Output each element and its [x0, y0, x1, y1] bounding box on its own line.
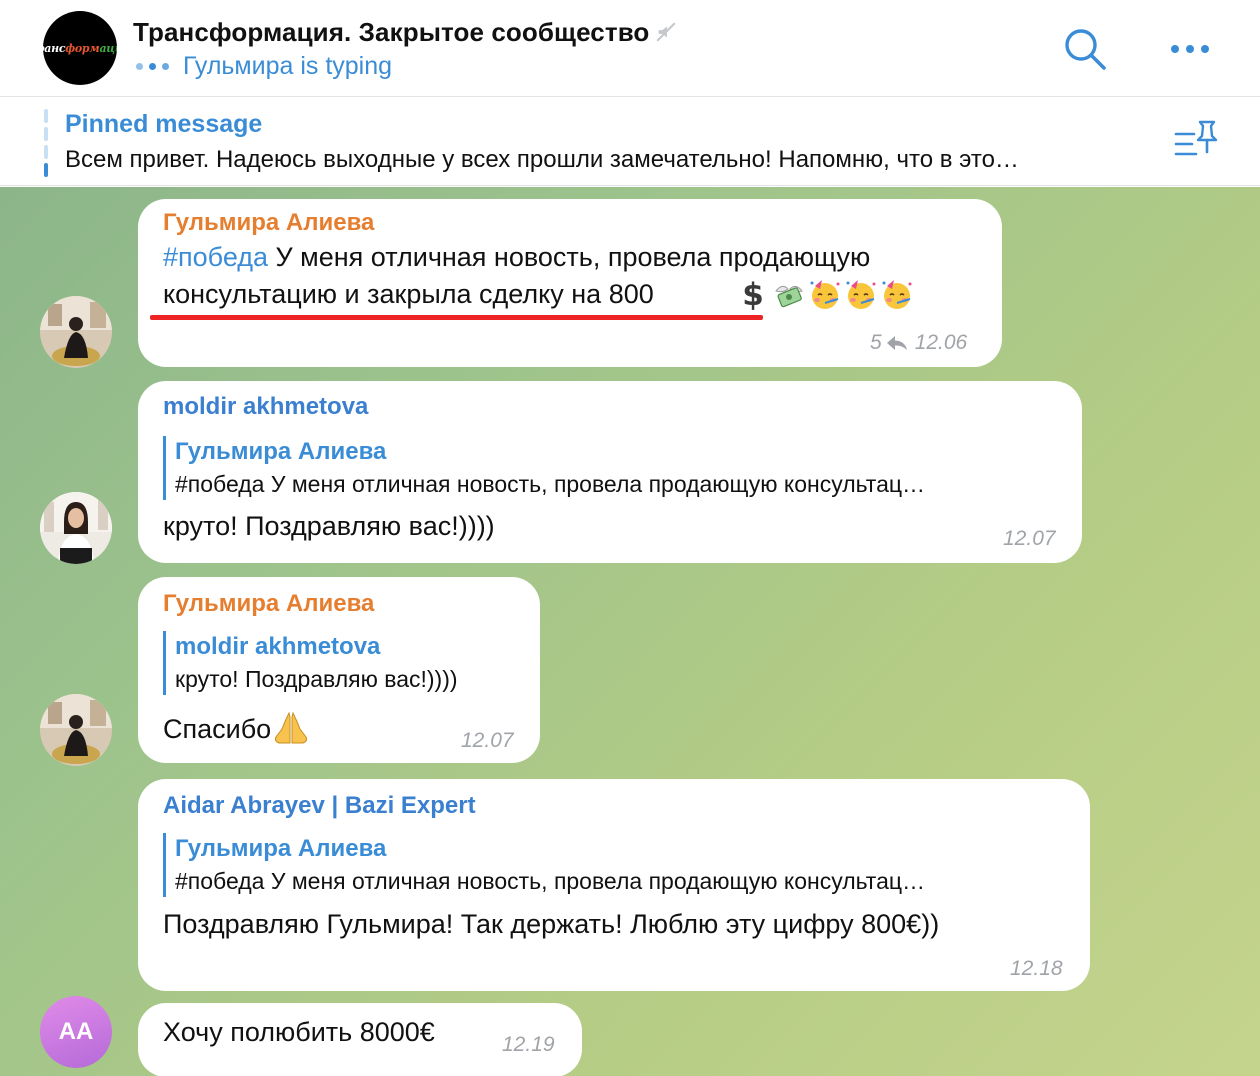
message-text: круто! Поздравляю вас!)))) [163, 511, 495, 541]
search-icon[interactable] [1060, 24, 1110, 74]
message-text: Поздравляю Гульмира! Так держать! Люблю … [163, 909, 940, 939]
chat-header: Трансформация Трансформация. Закрытое со… [0, 0, 1260, 97]
message-time: 12.07 [461, 729, 514, 752]
reply-text: круто! Поздравляю вас!)))) [175, 666, 458, 692]
pinned-message-bar[interactable]: Pinned message Всем привет. Надеюсь выхо… [0, 98, 1260, 186]
reply-quote[interactable]: Гульмира Алиева #победа У меня отличная … [163, 833, 1058, 897]
chat-logo[interactable]: Трансформация [43, 11, 117, 85]
more-options-icon[interactable] [1162, 24, 1218, 74]
pinned-list-icon[interactable] [1172, 118, 1220, 164]
message-text-line-2: консультацию и закрыла сделку на 800 [163, 279, 654, 309]
logo-text: Трансформация [43, 41, 117, 55]
reply-quote[interactable]: moldir akhmetova круто! Поздравляю вас!)… [163, 631, 518, 695]
pinned-label: Pinned message [65, 110, 263, 138]
mute-icon [657, 22, 676, 42]
reply-text: #победа У меня отличная новость, провела… [175, 471, 926, 497]
message-sender[interactable]: moldir akhmetova [163, 393, 368, 421]
avatar-gulmira[interactable] [40, 694, 112, 766]
avatar-initials[interactable]: AA [40, 996, 112, 1068]
message-bubble[interactable]: moldir akhmetova Гульмира Алиева #победа… [138, 381, 1082, 563]
message-sender[interactable]: Гульмира Алиева [163, 590, 374, 618]
message-text-line-1: #победа У меня отличная новость, провела… [163, 242, 871, 272]
avatar-gulmira[interactable] [40, 296, 112, 368]
partying-face-icon [882, 280, 912, 309]
reply-sender: moldir akhmetova [175, 633, 381, 660]
message-time: 12.18 [1010, 957, 1063, 980]
reply-text: #победа У меня отличная новость, провела… [175, 868, 926, 894]
highlight-underline [150, 315, 763, 320]
title-row[interactable]: Трансформация. Закрытое сообщество [133, 14, 677, 50]
pinned-indicator [44, 109, 48, 177]
reply-count: 5 [870, 331, 882, 354]
message-bubble[interactable]: Хочу полюбить 8000€ 12.19 [138, 1003, 582, 1076]
message-text: Хочу полюбить 8000€ [163, 1017, 435, 1047]
message-bubble[interactable]: Гульмира Алиева moldir akhmetova круто! … [138, 577, 540, 763]
chat-title: Трансформация. Закрытое сообщество [133, 16, 650, 47]
reply-arrow-icon [886, 336, 907, 350]
message-sender[interactable]: Гульмира Алиева [163, 209, 374, 237]
reply-count-and-time[interactable]: 5 12.06 [870, 331, 967, 355]
typing-status: Гульмира is typing [136, 50, 392, 82]
pinned-text: Всем привет. Надеюсь выходные у всех про… [65, 146, 1019, 173]
hashtag-link[interactable]: #победа [163, 242, 268, 272]
message-time: 12.07 [1003, 527, 1056, 550]
emoji-row: $ [736, 277, 914, 311]
reply-sender: Гульмира Алиева [175, 438, 387, 465]
heavy-dollar-sign-icon: $ [742, 277, 764, 311]
reply-sender: Гульмира Алиева [175, 835, 387, 862]
svg-text:$: $ [742, 277, 764, 311]
avatar-moldir[interactable] [40, 492, 112, 564]
chat-area[interactable]: Гульмира Алиева #победа У меня отличная … [0, 187, 1260, 1076]
message-text: Спасибо [163, 711, 311, 747]
message-bubble[interactable]: Гульмира Алиева #победа У меня отличная … [138, 199, 1002, 367]
partying-face-icon [810, 280, 840, 309]
money-with-wings-icon [775, 285, 803, 308]
message-sender[interactable]: Aidar Abrayev | Bazi Expert [163, 792, 476, 820]
reply-quote[interactable]: Гульмира Алиева #победа У меня отличная … [163, 436, 1058, 500]
message-bubble[interactable]: Aidar Abrayev | Bazi Expert Гульмира Али… [138, 779, 1090, 991]
typing-status-text: Гульмира is typing [183, 51, 393, 80]
partying-face-icon [846, 280, 876, 309]
message-time: 12.06 [914, 331, 968, 354]
folded-hands-icon [275, 711, 308, 744]
message-time: 12.19 [502, 1033, 555, 1056]
typing-dots-icon [136, 62, 169, 70]
